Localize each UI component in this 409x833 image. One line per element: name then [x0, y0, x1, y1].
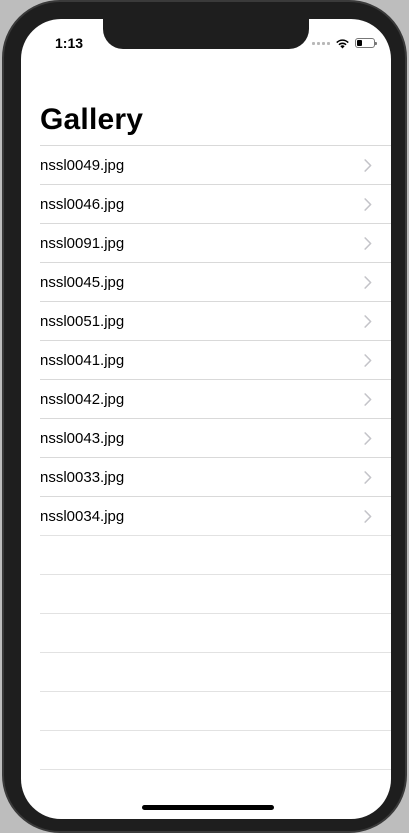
list-item[interactable]: nssl0049.jpg: [40, 145, 391, 184]
chevron-right-icon: [363, 236, 373, 250]
list-item-label: nssl0051.jpg: [40, 312, 125, 330]
status-time: 1:13: [55, 35, 84, 51]
chevron-right-icon: [363, 197, 373, 211]
empty-row-separator: [40, 613, 391, 652]
list-item-label: nssl0043.jpg: [40, 429, 125, 447]
chevron-right-icon: [363, 314, 373, 328]
list-item[interactable]: nssl0091.jpg: [40, 223, 391, 262]
list-item[interactable]: nssl0042.jpg: [40, 379, 391, 418]
list-item[interactable]: nssl0034.jpg: [40, 496, 391, 535]
empty-row-separator: [40, 691, 391, 730]
list-item[interactable]: nssl0033.jpg: [40, 457, 391, 496]
chevron-right-icon: [363, 392, 373, 406]
empty-row-separator: [40, 730, 391, 769]
list-item-label: nssl0046.jpg: [40, 195, 125, 213]
chevron-right-icon: [363, 509, 373, 523]
home-indicator[interactable]: [142, 805, 274, 810]
device-screen: 1:13 Gallery nssl0049.jpg nssl0046.jpg nss…: [21, 19, 391, 819]
list-item-label: nssl0045.jpg: [40, 273, 125, 291]
status-icons: [312, 36, 377, 50]
page-title: Gallery: [40, 103, 144, 136]
wifi-icon: [336, 38, 349, 48]
list-item-label: nssl0034.jpg: [40, 507, 125, 525]
empty-row-separator: [40, 535, 391, 574]
chevron-right-icon: [363, 431, 373, 445]
gallery-list: nssl0049.jpg nssl0046.jpg nssl0091.jpg nssl…: [40, 145, 391, 808]
list-item[interactable]: nssl0041.jpg: [40, 340, 391, 379]
chevron-right-icon: [363, 353, 373, 367]
empty-row-separator: [40, 652, 391, 691]
empty-row-separator: [40, 769, 391, 808]
iphone-simulator-frame: 1:13 Gallery nssl0049.jpg nssl0046.jpg nss…: [2, 0, 407, 833]
chevron-right-icon: [363, 158, 373, 172]
empty-row-separator: [40, 574, 391, 613]
notch: [103, 19, 309, 49]
list-item-label: nssl0049.jpg: [40, 156, 125, 174]
list-item[interactable]: nssl0043.jpg: [40, 418, 391, 457]
chevron-right-icon: [363, 470, 373, 484]
list-item[interactable]: nssl0045.jpg: [40, 262, 391, 301]
cellular-signal-icon: [312, 41, 330, 45]
list-item-label: nssl0091.jpg: [40, 234, 125, 252]
list-item-label: nssl0042.jpg: [40, 390, 125, 408]
list-item-label: nssl0033.jpg: [40, 468, 125, 486]
chevron-right-icon: [363, 275, 373, 289]
battery-icon: [355, 38, 377, 48]
list-item[interactable]: nssl0051.jpg: [40, 301, 391, 340]
list-item-label: nssl0041.jpg: [40, 351, 125, 369]
list-item[interactable]: nssl0046.jpg: [40, 184, 391, 223]
